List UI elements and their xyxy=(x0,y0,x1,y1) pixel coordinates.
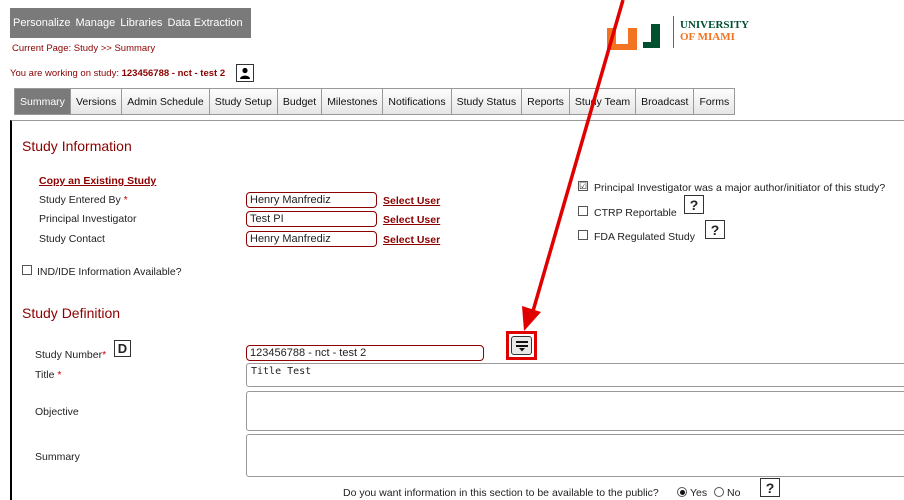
annotation-arrow xyxy=(522,0,625,331)
